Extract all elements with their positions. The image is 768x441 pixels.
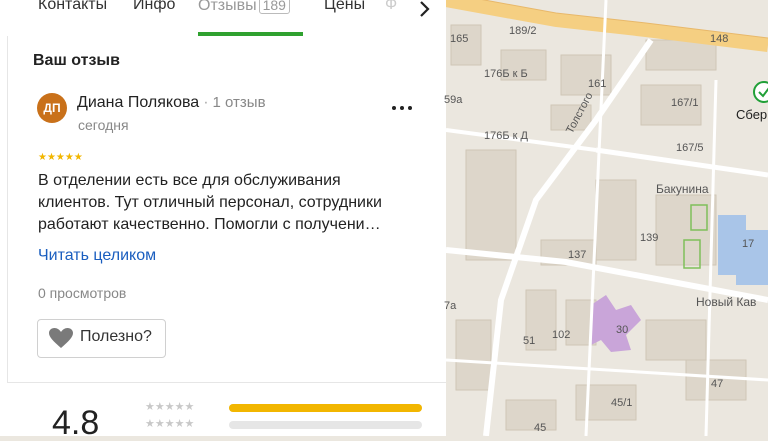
organization-panel: Контакты Инфо Отзывы 189 Цены Ф Ваш отзыв… — [0, 0, 447, 436]
review-text-line: В отделении есть все для обслуживания — [38, 172, 341, 189]
reviews-count-badge: 189 — [258, 0, 290, 14]
map-label: 45/1 — [611, 397, 633, 409]
tab-info[interactable]: Инфо — [133, 0, 175, 14]
author-review-count: 1 отзыв — [212, 94, 266, 111]
chevron-right-icon[interactable] — [414, 0, 436, 22]
review-text: В отделении есть все для обслуживания кл… — [38, 170, 418, 236]
map-label: 30 — [616, 324, 629, 336]
review-stars: ★★★★★ — [38, 152, 83, 163]
map-label: 45 — [534, 422, 547, 434]
useful-label: Полезно? — [80, 328, 152, 345]
rating-bar — [229, 404, 422, 412]
map-label: 167/1 — [671, 97, 699, 109]
review-text-line: клиентов. Тут отличный персонал, сотрудн… — [38, 194, 382, 211]
map-label: 139 — [640, 232, 659, 244]
street-label-novy-kav: Новый Кав — [696, 295, 757, 309]
heart-icon — [48, 327, 74, 349]
map-label: 148 — [710, 33, 729, 45]
map-label: 59а — [444, 94, 463, 106]
map-label: 165 — [450, 33, 469, 45]
review-text-line: работают качественно. Помогли с получени… — [38, 216, 381, 233]
street-label-bakunina: Бакунина — [656, 182, 709, 196]
tab-prices[interactable]: Цены — [324, 0, 365, 14]
tab-contacts[interactable]: Контакты — [38, 0, 107, 14]
overall-rating: 4.8 — [52, 404, 100, 436]
rating-bar-fill — [229, 404, 422, 412]
map-label: 161 — [588, 78, 607, 90]
map-view[interactable]: 165 189/2 148 176Б к Б 161 59а 167/1 176… — [444, 0, 768, 437]
rating-row-stars: ★★★★★ — [145, 401, 195, 413]
tab-bar: Контакты Инфо Отзывы 189 Цены Ф — [0, 0, 446, 36]
tab-photos-partial[interactable]: Ф — [385, 0, 415, 18]
review-date: сегодня — [78, 117, 129, 133]
map-label: 137 — [568, 249, 587, 261]
useful-button[interactable]: Полезно? — [37, 319, 166, 358]
tab-reviews[interactable]: Отзывы 189 — [198, 0, 290, 15]
tab-reviews-label: Отзывы — [198, 0, 257, 14]
map-canvas — [444, 0, 768, 437]
rating-row-stars: ★★★★★ — [145, 418, 195, 430]
author-separator: · — [203, 94, 209, 111]
poi-label-sber[interactable]: Сбер — [736, 107, 767, 122]
review-author: Диана Полякова · 1 отзыв — [77, 94, 266, 112]
author-name[interactable]: Диана Полякова — [77, 94, 199, 111]
views-count: 0 просмотров — [38, 285, 127, 301]
map-label: 47 — [711, 378, 724, 390]
map-label: 176Б к Б — [484, 68, 528, 80]
map-label: 7а — [444, 300, 457, 312]
more-options-icon[interactable] — [390, 98, 414, 118]
read-more-link[interactable]: Читать целиком — [38, 247, 156, 265]
map-label: 189/2 — [509, 25, 537, 37]
avatar[interactable]: ДП — [37, 93, 67, 123]
map-label: 102 — [552, 329, 571, 341]
your-review-heading: Ваш отзыв — [33, 52, 120, 69]
map-label: 51 — [523, 335, 536, 347]
rating-bar — [229, 421, 422, 429]
map-label: 176Б к Д — [484, 130, 528, 142]
map-label: 17 — [742, 238, 755, 250]
map-label: 167/5 — [676, 142, 704, 154]
